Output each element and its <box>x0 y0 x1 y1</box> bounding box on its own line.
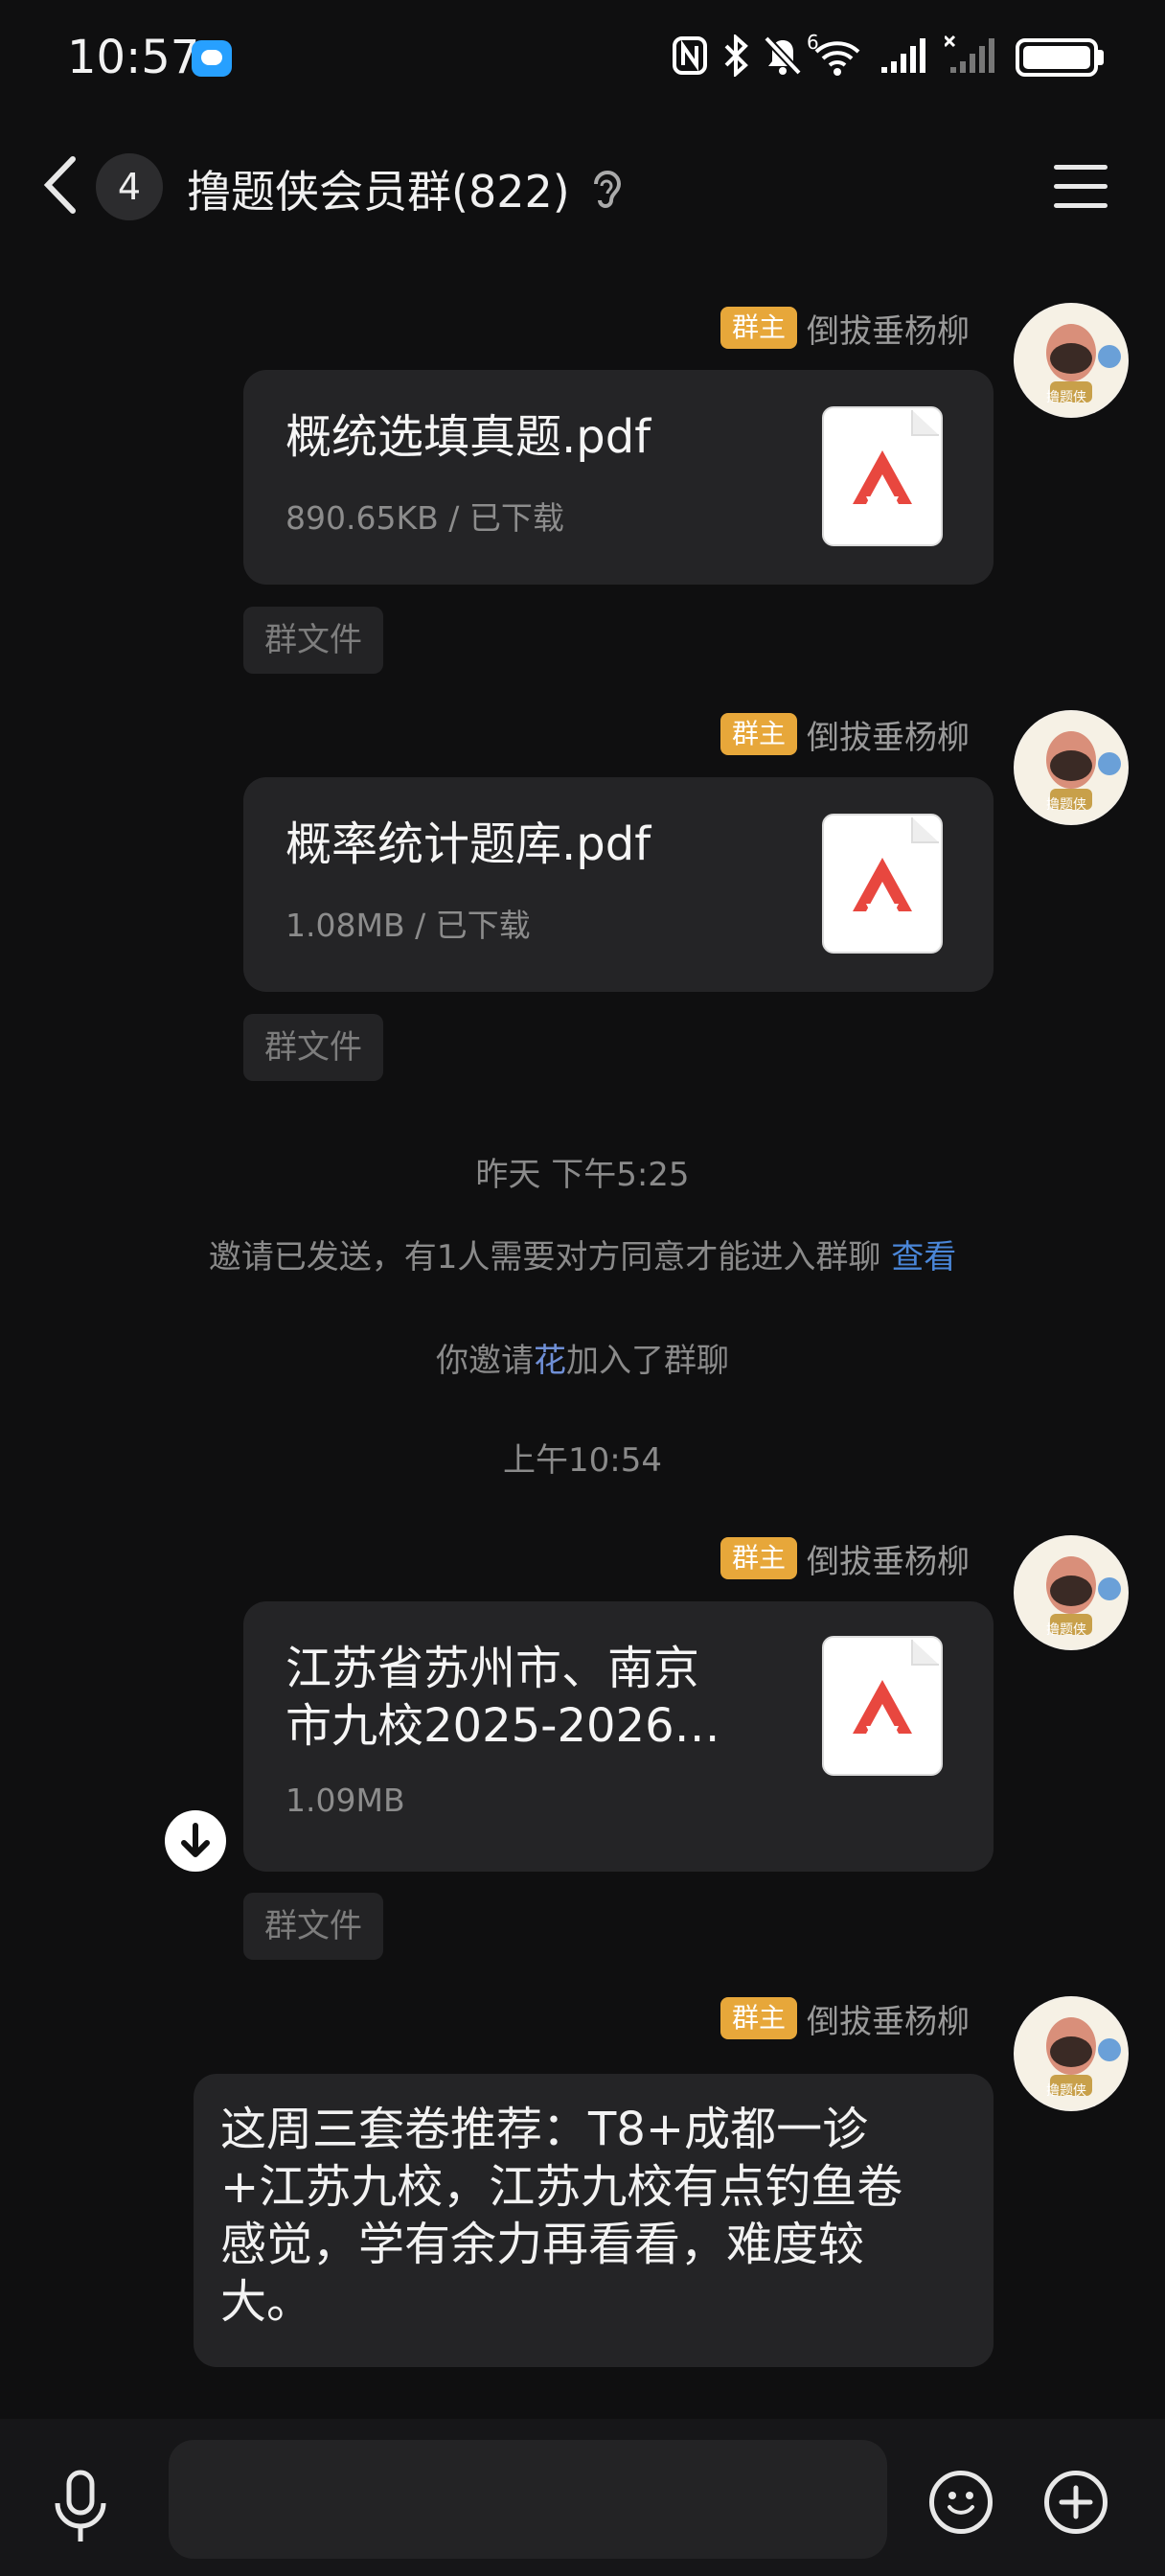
signal-icon <box>879 34 929 77</box>
owner-tag: 群主 <box>720 1997 798 2039</box>
join-prefix: 你邀请 <box>436 1342 534 1380</box>
group-file-label[interactable]: 群文件 <box>243 607 383 674</box>
avatar[interactable]: 撸题侠 <box>1014 1996 1129 2111</box>
avatar[interactable]: 撸题侠 <box>1014 303 1129 418</box>
timestamp: 上午10:54 <box>503 1441 662 1480</box>
text-message-bubble[interactable]: 这周三套卷推荐：T8+成都一诊 +江苏九校，江苏九校有点钓鱼卷 感觉，学有余力再… <box>194 2074 994 2367</box>
sender-name[interactable]: 倒拔垂杨柳 <box>807 711 970 758</box>
avatar[interactable]: 撸题侠 <box>1014 1535 1129 1650</box>
battery-icon <box>1016 38 1098 77</box>
chat-title[interactable]: 撸题侠会员群(822) <box>187 157 570 220</box>
message-notification-icon <box>192 40 232 77</box>
join-notice: 你邀请花加入了群聊 <box>0 1334 1165 1381</box>
sender-name[interactable]: 倒拔垂杨柳 <box>807 1535 970 1582</box>
status-time: 10:57 <box>67 31 200 84</box>
avatar[interactable]: 撸题侠 <box>1014 710 1129 825</box>
sender-name[interactable]: 倒拔垂杨柳 <box>807 1995 970 2042</box>
wifi-icon <box>812 34 864 77</box>
pdf-icon <box>822 1636 943 1776</box>
timestamp: 昨天 下午5:25 <box>475 1156 690 1194</box>
file-card[interactable]: 概率统计题库.pdf 1.08MB / 已下载 <box>243 777 994 992</box>
owner-tag: 群主 <box>720 307 798 349</box>
emoji-icon[interactable] <box>929 2471 993 2534</box>
file-name: 概率统计题库.pdf <box>286 817 651 871</box>
message-line: 感觉，学有余力再看看，难度较 <box>220 2218 865 2271</box>
status-bar: 10:57 6 <box>0 0 1165 115</box>
signal-icon-2 <box>943 34 996 77</box>
message-input[interactable] <box>169 2440 887 2559</box>
file-card[interactable]: 概统选填真题.pdf 890.65KB / 已下载 <box>243 370 994 585</box>
avatar-text: 撸题侠 <box>1046 1622 1086 1638</box>
invite-text: 邀请已发送，有1人需要对方同意才能进入群聊 <box>208 1238 881 1276</box>
unread-count-badge[interactable]: 4 <box>96 153 163 220</box>
mute-icon <box>763 34 803 77</box>
ear-icon[interactable] <box>586 167 625 211</box>
avatar-text: 撸题侠 <box>1046 390 1086 405</box>
file-meta: 890.65KB / 已下载 <box>286 499 564 537</box>
invite-notice: 邀请已发送，有1人需要对方同意才能进入群聊 查看 <box>0 1230 1165 1277</box>
group-file-label[interactable]: 群文件 <box>243 1014 383 1081</box>
invitee-name[interactable]: 花 <box>534 1342 566 1380</box>
pdf-icon <box>822 814 943 954</box>
wifi-generation-label: 6 <box>807 31 819 54</box>
avatar-text: 撸题侠 <box>1046 797 1086 813</box>
chat-header <box>0 134 1165 240</box>
message-line: 大。 <box>220 2275 313 2329</box>
group-file-label[interactable]: 群文件 <box>243 1893 383 1960</box>
file-card[interactable]: 江苏省苏州市、南京 市九校2025-2026… 1.09MB <box>243 1601 994 1872</box>
nfc-icon <box>671 34 709 77</box>
back-icon[interactable] <box>38 151 86 218</box>
microphone-icon[interactable] <box>50 2469 111 2545</box>
bluetooth-icon <box>722 33 751 79</box>
sender-name[interactable]: 倒拔垂杨柳 <box>807 305 970 352</box>
file-meta: 1.08MB / 已下载 <box>286 907 531 944</box>
file-name: 概统选填真题.pdf <box>286 410 651 464</box>
add-icon[interactable] <box>1044 2471 1108 2534</box>
owner-tag: 群主 <box>720 713 798 755</box>
pdf-icon <box>822 406 943 546</box>
owner-tag: 群主 <box>720 1537 798 1579</box>
battery-tip <box>1098 50 1104 65</box>
file-name-line-1: 江苏省苏州市、南京 <box>286 1642 700 1695</box>
file-meta: 1.09MB <box>286 1782 405 1819</box>
download-icon[interactable] <box>165 1810 226 1872</box>
join-suffix: 加入了群聊 <box>566 1342 729 1380</box>
avatar-text: 撸题侠 <box>1046 2083 1086 2099</box>
menu-icon[interactable] <box>1054 161 1115 211</box>
file-name-line-2: 市九校2025-2026… <box>286 1699 720 1753</box>
view-link[interactable]: 查看 <box>891 1238 956 1276</box>
message-line: +江苏九校，江苏九校有点钓鱼卷 <box>220 2160 903 2214</box>
message-line: 这周三套卷推荐：T8+成都一诊 <box>220 2103 869 2156</box>
